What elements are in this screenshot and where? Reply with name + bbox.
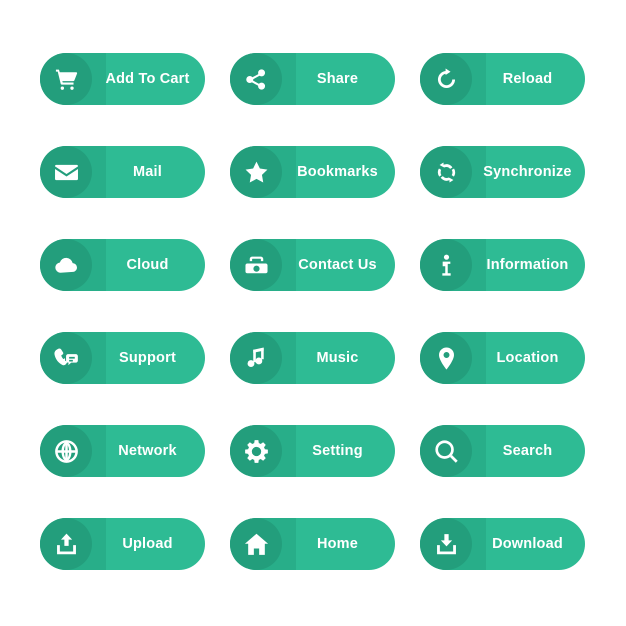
button-grid: Add To Cart Share Reload Mail Bookmarks …	[40, 53, 586, 570]
button-mail[interactable]: Mail	[40, 146, 205, 198]
button-label: Home	[316, 536, 359, 552]
button-label: Location	[496, 350, 559, 366]
button-information[interactable]: Information	[420, 239, 585, 291]
icon-shadow	[40, 146, 106, 198]
envelope-icon	[40, 146, 92, 198]
sync-arrows-icon	[420, 146, 472, 198]
button-label: Support	[119, 350, 176, 366]
button-support[interactable]: Support	[40, 332, 205, 384]
button-label: Share	[316, 71, 359, 87]
button-share[interactable]: Share	[230, 53, 395, 105]
button-label: Download	[492, 536, 563, 552]
button-contact-us[interactable]: Contact Us	[230, 239, 395, 291]
button-label: Mail	[133, 164, 162, 180]
button-location[interactable]: Location	[420, 332, 585, 384]
button-label: Cloud	[126, 257, 169, 273]
button-setting[interactable]: Setting	[230, 425, 395, 477]
gear-icon	[230, 425, 282, 477]
button-home[interactable]: Home	[230, 518, 395, 570]
map-pin-icon	[420, 332, 472, 384]
reload-arrow-icon	[420, 53, 472, 105]
icon-shadow	[230, 332, 296, 384]
icon-shadow	[40, 518, 106, 570]
upload-arrow-icon	[40, 518, 92, 570]
icon-shadow	[420, 518, 486, 570]
button-label: Music	[316, 350, 359, 366]
button-upload[interactable]: Upload	[40, 518, 205, 570]
cloud-icon	[40, 239, 92, 291]
magnifying-glass-icon	[420, 425, 472, 477]
button-set-board: Add To Cart Share Reload Mail Bookmarks …	[0, 0, 626, 626]
button-label: Reload	[502, 71, 553, 87]
button-bookmarks[interactable]: Bookmarks	[230, 146, 395, 198]
icon-shadow	[230, 425, 296, 477]
shopping-cart-icon	[40, 53, 92, 105]
share-nodes-icon	[230, 53, 282, 105]
button-search[interactable]: Search	[420, 425, 585, 477]
icon-shadow	[420, 146, 486, 198]
icon-shadow	[230, 239, 296, 291]
icon-shadow	[420, 425, 486, 477]
button-download[interactable]: Download	[420, 518, 585, 570]
icon-shadow	[230, 53, 296, 105]
button-label: Search	[502, 443, 553, 459]
icon-shadow	[40, 239, 106, 291]
button-reload[interactable]: Reload	[420, 53, 585, 105]
icon-shadow	[230, 518, 296, 570]
button-label: Information	[486, 257, 569, 273]
icon-shadow	[40, 53, 106, 105]
icon-shadow	[420, 53, 486, 105]
icon-shadow	[420, 332, 486, 384]
button-add-to-cart[interactable]: Add To Cart	[40, 53, 205, 105]
button-label: Upload	[122, 536, 173, 552]
icon-shadow	[420, 239, 486, 291]
icon-shadow	[40, 332, 106, 384]
button-label: Network	[118, 443, 177, 459]
star-icon	[230, 146, 282, 198]
music-note-icon	[230, 332, 282, 384]
button-network[interactable]: Network	[40, 425, 205, 477]
headset-chat-icon	[40, 332, 92, 384]
button-label: Contact Us	[298, 257, 377, 273]
info-i-icon	[420, 239, 472, 291]
icon-shadow	[230, 146, 296, 198]
globe-icon	[40, 425, 92, 477]
button-label: Synchronize	[483, 164, 572, 180]
button-cloud[interactable]: Cloud	[40, 239, 205, 291]
button-synchronize[interactable]: Synchronize	[420, 146, 585, 198]
download-arrow-icon	[420, 518, 472, 570]
icon-shadow	[40, 425, 106, 477]
button-label: Bookmarks	[297, 164, 378, 180]
telephone-icon	[230, 239, 282, 291]
button-music[interactable]: Music	[230, 332, 395, 384]
button-label: Add To Cart	[105, 71, 190, 87]
house-icon	[230, 518, 282, 570]
button-label: Setting	[312, 443, 363, 459]
